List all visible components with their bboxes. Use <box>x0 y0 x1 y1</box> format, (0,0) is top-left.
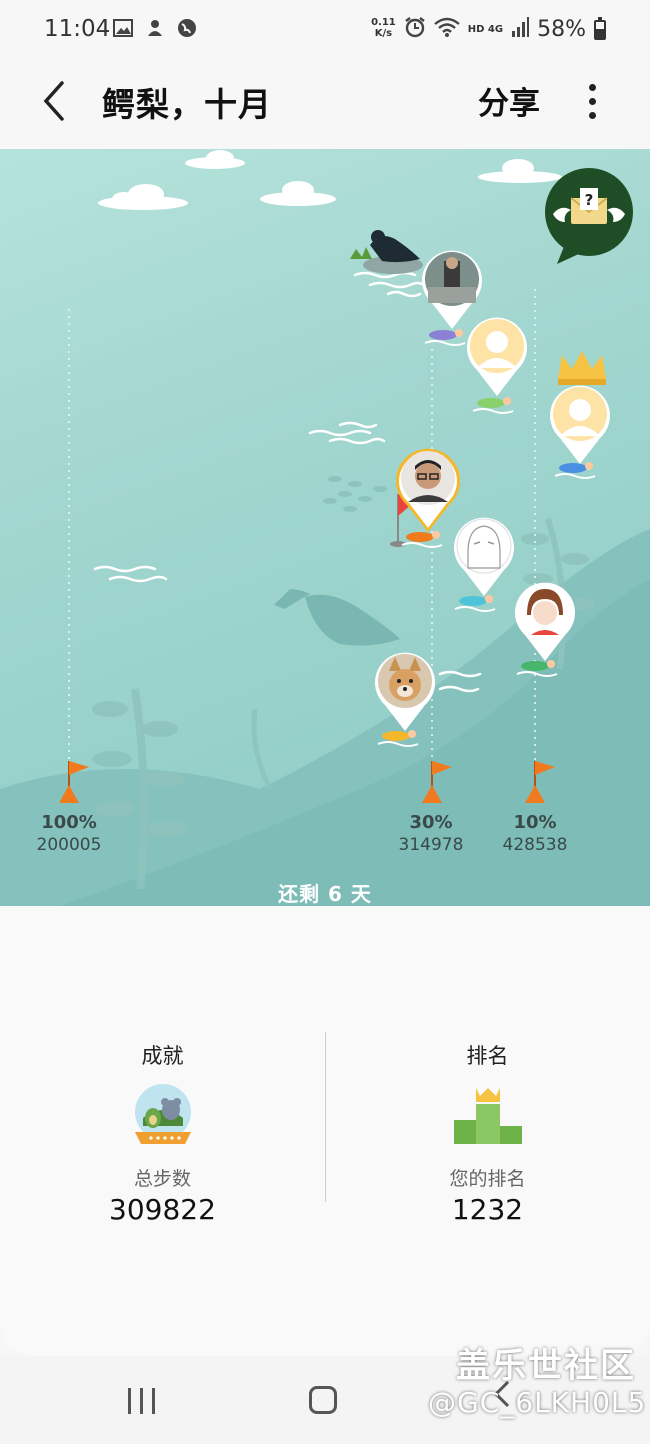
fish-school-icon <box>323 476 387 512</box>
milestone-percent: 10% <box>513 812 557 833</box>
milestone-steps: 200005 <box>36 835 102 855</box>
status-bar: 11:04 0.11 K/s HD 4G 58% <box>0 0 650 58</box>
rank-value: 1232 <box>451 1193 524 1226</box>
seal-icon <box>350 230 423 274</box>
stats-panel: 成就 总步数 309822 排名 您的排名 1232 <box>0 906 650 1356</box>
chevron-left-icon <box>43 81 64 121</box>
participant-avatar-pin[interactable] <box>373 649 437 733</box>
rank-card[interactable]: 排名 您的排名 1232 <box>325 906 650 1356</box>
milestone-30: 30% 314978 <box>371 812 491 855</box>
milestone-percent: 30% <box>409 812 453 833</box>
default-avatar-icon <box>467 317 527 396</box>
achievement-badge-icon <box>134 1084 191 1144</box>
battery-percent: 58% <box>537 16 586 42</box>
notification-icons <box>112 17 198 39</box>
participant-avatar-pin[interactable] <box>513 579 577 663</box>
avatar <box>515 582 575 661</box>
achievement-title: 成就 <box>141 1044 184 1068</box>
phone-screen: 11:04 0.11 K/s HD 4G 58% 鳄梨，十月 分享 ? 100%… <box>0 0 650 1444</box>
crown-icon <box>558 351 606 385</box>
network-type: HD 4G <box>467 23 504 35</box>
globe-icon <box>176 17 198 39</box>
milestone-steps: 428538 <box>502 835 568 855</box>
home-button[interactable] <box>309 1386 337 1414</box>
avatar <box>375 652 435 731</box>
more-options-button[interactable] <box>577 80 607 124</box>
watermark-handle: @GC_6LKH0L5 <box>428 1386 647 1419</box>
rank-label: 您的排名 <box>449 1168 526 1190</box>
participant-avatar-pin[interactable] <box>548 382 612 466</box>
milestone-percent: 100% <box>41 812 97 833</box>
watermark-title: 盖乐世社区 <box>456 1346 636 1386</box>
back-button[interactable] <box>38 76 78 126</box>
wifi-icon <box>433 17 460 41</box>
cloud-icon <box>98 150 562 210</box>
svg-text:?: ? <box>585 191 594 209</box>
milestone-100: 100% 200005 <box>9 812 129 855</box>
total-steps-value: 309822 <box>109 1193 216 1226</box>
milestone-steps: 314978 <box>398 835 464 855</box>
my-avatar-pin[interactable] <box>394 444 460 532</box>
default-avatar-icon <box>550 385 610 464</box>
net-speed: 0.11 K/s <box>371 17 396 39</box>
app-bar: 鳄梨，十月 分享 <box>0 58 650 148</box>
winged-envelope-question-icon: ? <box>545 168 633 264</box>
share-button[interactable]: 分享 <box>478 78 540 123</box>
status-time: 11:04 <box>44 16 111 42</box>
invite-message-button[interactable]: ? <box>543 164 635 264</box>
participant-avatar-pin[interactable] <box>452 514 516 598</box>
signal-icon <box>511 17 530 41</box>
battery-icon <box>594 17 606 40</box>
recent-apps-button[interactable] <box>128 1388 156 1414</box>
participant-avatar-pin[interactable] <box>465 314 529 398</box>
milestone-10: 10% 428538 <box>475 812 595 855</box>
podium-icon <box>453 1088 522 1144</box>
image-icon <box>112 17 134 39</box>
avatar <box>454 517 514 596</box>
whale-icon <box>274 589 400 646</box>
status-right: 0.11 K/s HD 4G 58% <box>371 16 606 42</box>
rank-title: 排名 <box>466 1044 509 1068</box>
more-vertical-icon <box>589 84 596 91</box>
days-remaining: 还剩 6 天 <box>278 882 372 906</box>
challenge-scene: ? 100% 200005 30% 314978 10% 428538 <box>0 149 650 906</box>
app-notification-icon <box>144 17 166 39</box>
alarm-icon <box>404 16 426 42</box>
page-title: 鳄梨，十月 <box>102 85 272 124</box>
achievement-label: 总步数 <box>133 1168 191 1190</box>
achievement-card[interactable]: 成就 总步数 309822 <box>0 906 325 1356</box>
